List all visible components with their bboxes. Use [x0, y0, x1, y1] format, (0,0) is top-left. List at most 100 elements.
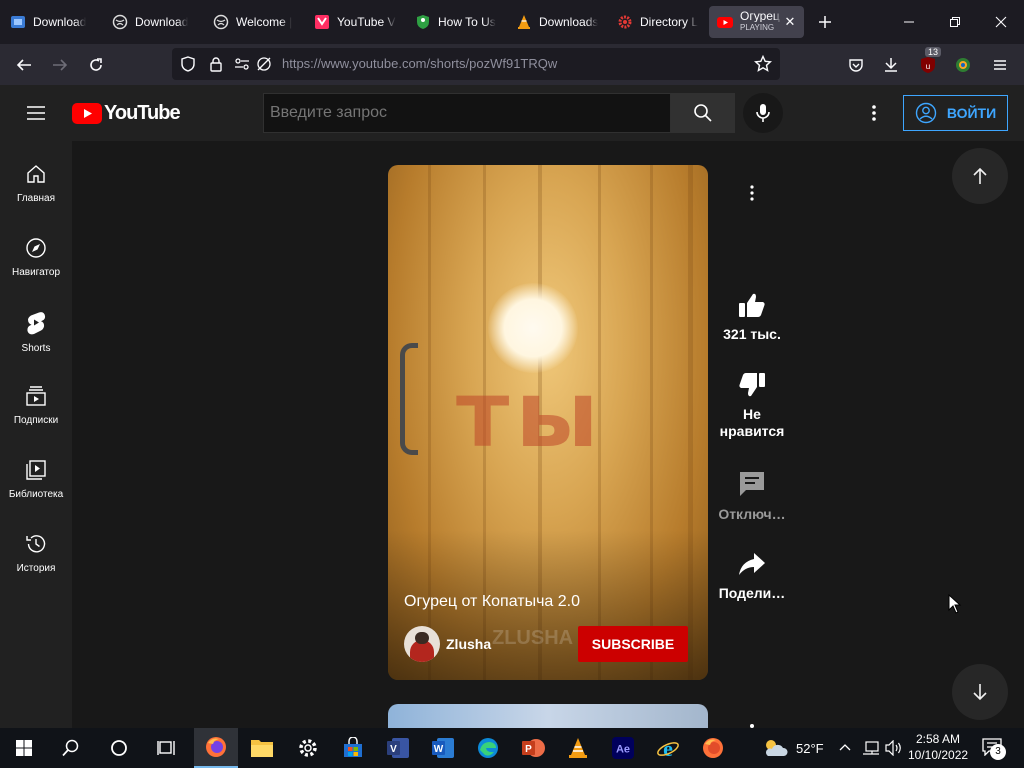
youtube-logo-icon — [72, 103, 102, 124]
browser-tab-5[interactable]: How To Us — [407, 6, 507, 38]
short-more-button[interactable] — [748, 185, 756, 203]
downloads-button[interactable] — [876, 50, 906, 80]
sidebar-item-shorts[interactable]: Shorts — [0, 289, 72, 363]
permissions-icon[interactable] — [234, 56, 250, 72]
new-tab-button[interactable] — [813, 10, 837, 34]
close-tab-icon[interactable]: ✕ — [782, 14, 798, 30]
close-window-button[interactable] — [978, 0, 1024, 44]
folder-icon — [251, 740, 273, 757]
tab-label: How To Us — [438, 15, 496, 29]
next-short-button[interactable] — [952, 664, 1008, 720]
weather-icon[interactable] — [762, 737, 788, 764]
tab-label: Directory L — [640, 15, 699, 29]
short-title[interactable]: Огурец от Копатыча 2.0 — [404, 593, 580, 611]
notifications-button[interactable]: 3 — [982, 738, 1006, 761]
firefox-icon — [703, 738, 723, 758]
channel-avatar[interactable] — [404, 626, 440, 662]
start-button[interactable] — [2, 728, 46, 768]
shield-green-icon — [415, 14, 431, 30]
sign-in-button[interactable]: ВОЙТИ — [903, 95, 1008, 131]
search-icon — [62, 739, 79, 757]
subscribe-button[interactable]: SUBSCRIBE — [578, 626, 688, 662]
taskbar-internet-explorer[interactable]: e — [646, 728, 690, 768]
taskbar-firefox-active[interactable] — [194, 728, 238, 768]
taskbar-after-effects[interactable]: Ae — [601, 728, 645, 768]
short-video-player[interactable]: ты Огурец от Копатыча 2.0 Zlusha ZLUSHA … — [388, 165, 708, 680]
dislike-action[interactable]: Не нравится — [712, 372, 792, 440]
compass-icon — [26, 238, 46, 258]
url-bar[interactable]: https://www.youtube.com/shorts/pozWf91TR… — [172, 48, 780, 80]
clock[interactable]: 2:58 AM 10/10/2022 — [908, 731, 968, 763]
visio-icon: V — [387, 738, 409, 758]
comments-action[interactable]: Отключ… — [712, 470, 792, 522]
browser-tab-3[interactable]: Welcome | — [205, 6, 305, 38]
reload-icon — [90, 58, 102, 71]
voice-search-button[interactable] — [743, 93, 783, 133]
browser-tab-active[interactable]: Огурец PLAYING ✕ — [709, 6, 804, 38]
task-view-button[interactable] — [145, 728, 189, 768]
minimize-button[interactable] — [886, 0, 932, 44]
chevron-up-icon[interactable] — [838, 740, 852, 759]
volume-icon[interactable] — [885, 739, 903, 761]
sidebar-item-history[interactable]: История — [0, 511, 72, 585]
share-action[interactable]: Подели… — [712, 551, 792, 601]
windows-logo-icon — [16, 740, 32, 756]
pocket-button[interactable] — [841, 50, 871, 80]
search-button[interactable] — [671, 93, 735, 133]
autoplay-blocked-icon[interactable] — [256, 56, 272, 72]
app-menu-button[interactable] — [985, 50, 1015, 80]
browser-tab-2[interactable]: Download — [104, 6, 204, 38]
sidebar-item-library[interactable]: Библиотека — [0, 437, 72, 511]
taskbar-store[interactable] — [331, 728, 375, 768]
search-input[interactable] — [264, 94, 670, 132]
browser-tab-4[interactable]: YouTube V — [306, 6, 406, 38]
restore-button[interactable] — [932, 0, 978, 44]
cortana-button[interactable] — [97, 728, 141, 768]
url-text[interactable]: https://www.youtube.com/shorts/pozWf91TR… — [282, 56, 557, 71]
taskbar-vlc[interactable] — [556, 728, 600, 768]
sidebar-item-explore[interactable]: Навигатор — [0, 215, 72, 289]
previous-short-button[interactable] — [952, 148, 1008, 204]
sidebar-item-home[interactable]: Главная — [0, 141, 72, 215]
taskbar-powerpoint[interactable]: P — [511, 728, 555, 768]
weather-temperature[interactable]: 52°F — [796, 741, 824, 756]
ublock-extension-button[interactable]: u 13 — [913, 47, 943, 80]
svg-text:e: e — [663, 736, 673, 760]
lock-icon[interactable] — [208, 56, 224, 72]
browser-tab-1[interactable]: Download — [2, 6, 102, 38]
bookmark-star-icon[interactable] — [754, 55, 772, 73]
edge-icon — [478, 738, 498, 758]
more-vert-icon — [750, 185, 754, 201]
channel-name[interactable]: Zlusha — [446, 636, 491, 652]
subscriptions-icon — [26, 386, 46, 406]
library-icon — [26, 460, 46, 480]
youtube-sidebar: Главная Навигатор Shorts Подписки Библио… — [0, 141, 72, 728]
internet-explorer-icon: e — [657, 736, 679, 760]
taskbar-edge[interactable] — [466, 728, 510, 768]
sidebar-item-subscriptions[interactable]: Подписки — [0, 363, 72, 437]
taskbar-word[interactable]: W — [421, 728, 465, 768]
forward-button[interactable] — [45, 50, 75, 80]
extension-button[interactable] — [948, 50, 978, 80]
taskbar-settings[interactable] — [286, 728, 330, 768]
search-box[interactable] — [263, 93, 671, 133]
browser-tab-7[interactable]: Directory L — [609, 6, 709, 38]
next-short-preview[interactable] — [388, 704, 708, 728]
tracking-shield-icon[interactable] — [180, 56, 196, 72]
guide-menu-button[interactable] — [24, 101, 48, 125]
like-action[interactable]: 321 тыс. — [712, 292, 792, 342]
taskbar-firefox-2[interactable] — [691, 728, 735, 768]
back-button[interactable] — [9, 50, 39, 80]
settings-more-button[interactable] — [862, 101, 886, 125]
reload-button[interactable] — [81, 50, 111, 80]
network-icon[interactable] — [862, 740, 880, 761]
search-taskbar-button[interactable] — [49, 728, 93, 768]
tab-label: Download — [135, 15, 189, 29]
youtube-icon — [717, 14, 733, 30]
youtube-logo[interactable]: YouTube — [72, 102, 181, 125]
taskbar-file-explorer[interactable] — [240, 728, 284, 768]
comments-label: Отключ… — [718, 506, 786, 522]
world-icon — [112, 14, 128, 30]
taskbar-visio[interactable]: V — [376, 728, 420, 768]
browser-tab-6[interactable]: Downloads — [508, 6, 608, 38]
